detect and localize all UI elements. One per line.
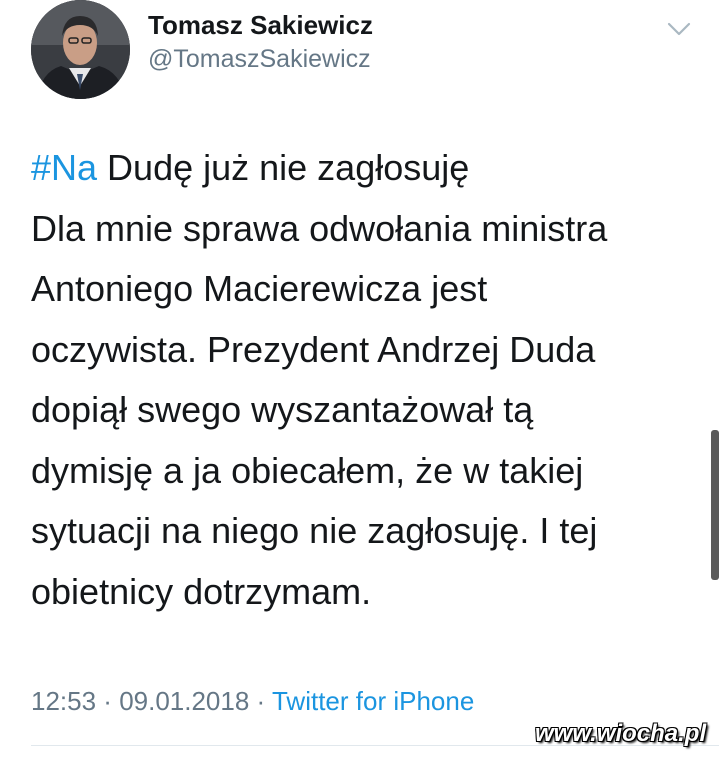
avatar[interactable] [31, 0, 130, 99]
avatar-photo [31, 0, 130, 99]
scrollbar[interactable] [711, 430, 719, 580]
tweet-source-link[interactable]: Twitter for iPhone [272, 686, 474, 716]
tweet-meta: 12:53 · 09.01.2018 · Twitter for iPhone [31, 686, 474, 717]
tweet-text: #Na Dudę już nie zagłosuję Dla mnie spra… [31, 138, 691, 622]
tweet-line: Dla mnie sprawa odwołania ministra [31, 207, 608, 249]
watermark: www.wiocha.pl [535, 720, 707, 747]
user-handle[interactable]: @TomaszSakiewicz [148, 45, 371, 74]
meta-separator: · [96, 686, 120, 716]
chevron-down-icon[interactable] [666, 20, 692, 38]
tweet-line: Antoniego Macierewicza jest [31, 268, 488, 309]
tweet-line-text: Dudę już nie zagłosuję [97, 147, 470, 188]
tweet-line: dymisję a ja obiecałem, że w takiej [31, 449, 584, 491]
tweet-line: dopiął swego wyszantażował tą [31, 389, 534, 430]
tweet-date: 09.01.2018 [119, 686, 250, 716]
display-name[interactable]: Tomasz Sakiewicz [148, 10, 373, 41]
meta-separator: · [249, 686, 272, 716]
tweet-line: sytuacji na niego nie zagłosuję. I tej [31, 510, 598, 551]
tweet-time: 12:53 [31, 686, 97, 716]
tweet-line: #Na Dudę już nie zagłosuję [31, 138, 691, 199]
tweet-header: Tomasz Sakiewicz @TomaszSakiewicz [0, 0, 719, 110]
hashtag-link[interactable]: #Na [31, 147, 97, 188]
tweet-line: oczywista. Prezydent Andrzej Duda [31, 328, 596, 370]
tweet-line: obietnicy dotrzymam. [31, 570, 372, 612]
